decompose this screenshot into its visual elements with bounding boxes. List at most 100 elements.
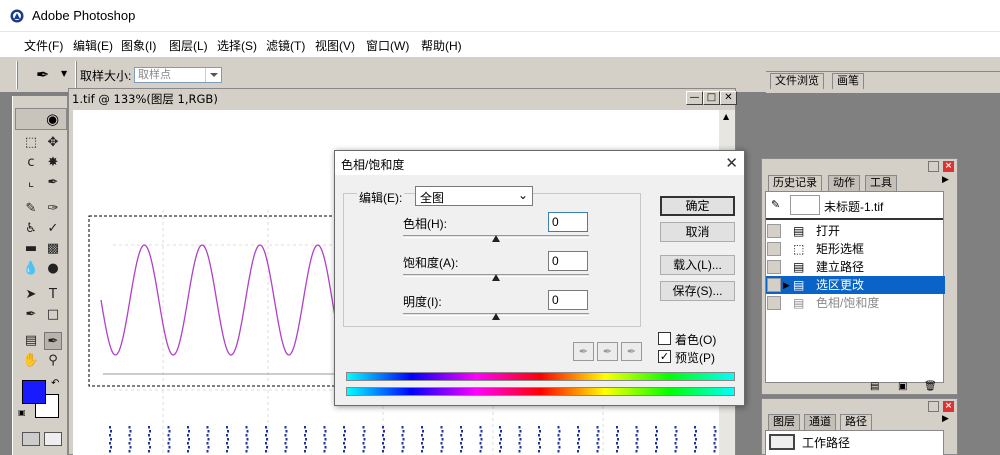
menu-view[interactable]: 视图(V) [315,37,355,54]
palette-well: 文件浏览 画笔 [766,71,1000,93]
zoom-tool-icon[interactable]: ⚲ [44,352,62,370]
saturation-input[interactable]: 0 [548,251,588,271]
magic-wand-tool-icon[interactable]: ✸ [44,154,62,172]
panel-menu-icon[interactable]: ▶ [942,414,949,424]
save-button[interactable]: 保存(S)... [660,281,735,301]
shape-tool-icon[interactable]: □ [44,306,62,324]
healing-brush-tool-icon[interactable]: ✎ [22,200,40,218]
menu-edit[interactable]: 编辑(E) [73,37,113,54]
crop-tool-icon[interactable]: ⌞ [22,174,40,192]
signal-dot [695,446,697,449]
stamp-tool-icon[interactable]: ♿ [22,220,40,238]
sample-size-select[interactable]: 取样点 [134,67,222,83]
history-brush-source-box[interactable] [767,278,781,292]
history-item-hue-saturation[interactable]: ▤ 色相/饱和度 [766,294,945,312]
marquee-tool-icon[interactable]: ⬚ [22,134,40,152]
history-item-selection-change[interactable]: ▶ ▤ 选区更改 [766,276,945,294]
preview-checkbox[interactable]: ✓ [658,350,671,363]
dialog-title-bar[interactable]: 色相/饱和度 ✕ [335,151,744,175]
options-grip[interactable] [16,61,18,89]
signal-dot [597,446,600,449]
work-path-name[interactable]: 工作路径 [802,434,850,451]
hue-slider-thumb[interactable] [492,235,500,242]
maximize-icon[interactable]: □ [703,91,720,105]
panel-minimize-icon[interactable] [928,401,939,412]
saturation-slider-thumb[interactable] [492,274,500,281]
swap-colors-icon[interactable]: ↶ [51,378,59,389]
history-item-rect-marquee[interactable]: ⬚ 矩形选框 [766,240,945,258]
quick-mask-button[interactable] [44,432,62,446]
eraser-tool-icon[interactable]: ▬ [22,240,40,258]
colorize-checkbox[interactable] [658,332,671,345]
menu-window[interactable]: 窗口(W) [366,37,409,54]
default-colors-icon[interactable]: ▣ [18,408,26,417]
tab-brushes[interactable]: 画笔 [832,73,864,89]
foreground-color-swatch[interactable] [22,380,46,404]
path-selection-tool-icon[interactable]: ➤ [22,286,40,304]
history-brush-source-box[interactable] [767,260,781,274]
history-item-open[interactable]: ▤ 打开 [766,222,945,240]
pen-tool-icon[interactable]: ✒ [22,306,40,324]
tab-history[interactable]: 历史记录 [768,175,822,191]
type-tool-icon[interactable]: T [44,286,62,304]
history-brush-source-icon[interactable]: ✎ [771,198,780,211]
gradient-tool-icon[interactable]: ▩ [44,240,62,258]
image-window-title-bar[interactable]: 1.tif @ 133%(图层 1,RGB) — □ ✕ [69,89,737,108]
new-snapshot-icon[interactable]: ▣ [898,381,907,392]
tab-paths[interactable]: 路径 [840,414,872,430]
slice-tool-icon[interactable]: ✒ [44,174,62,192]
lightness-input[interactable]: 0 [548,290,588,310]
panel-close-icon[interactable]: × [943,401,954,412]
brush-tool-icon[interactable]: ✑ [44,200,62,218]
dodge-tool-icon[interactable]: ● [44,260,62,278]
panel-menu-icon[interactable]: ▶ [942,175,949,185]
lightness-slider-thumb[interactable] [492,313,500,320]
tab-file-browser[interactable]: 文件浏览 [770,73,824,89]
menu-image[interactable]: 图象(I) [121,37,156,54]
add-eyedropper-icon[interactable]: ✒ [597,342,618,361]
menu-filter[interactable]: 滤镜(T) [266,37,305,54]
close-icon[interactable]: ✕ [720,91,737,105]
trash-icon[interactable]: 🗑 [924,381,937,392]
notes-tool-icon[interactable]: ▤ [22,332,40,350]
tab-layers[interactable]: 图层 [768,414,800,430]
standard-mode-button[interactable] [22,432,40,446]
cancel-button[interactable]: 取消 [660,222,735,242]
history-brush-source-box[interactable] [767,296,781,310]
subtract-eyedropper-icon[interactable]: ✒ [621,342,642,361]
lasso-tool-icon[interactable]: ϲ [22,154,40,172]
tab-channels[interactable]: 通道 [804,414,836,430]
hue-input[interactable]: 0 [548,212,588,232]
ok-button[interactable]: 确定 [660,196,735,216]
panel-minimize-icon[interactable] [928,161,939,172]
history-brush-tool-icon[interactable]: ✓ [44,220,62,238]
edit-range-select[interactable]: 全图 ⌄ [415,186,533,206]
hand-tool-icon[interactable]: ✋ [22,352,40,370]
eyedropper-icon[interactable]: ✒ [573,342,594,361]
tool-preset-chevron-icon[interactable]: ▼ [61,69,67,78]
history-snapshot-row[interactable]: ✎ 未标题-1.tif [766,192,943,220]
history-brush-source-box[interactable] [767,224,781,238]
menu-file[interactable]: 文件(F) [24,37,63,54]
eyedropper-icon[interactable]: ✒ [36,65,49,84]
scroll-up-icon[interactable]: ▲ [723,112,729,121]
current-state-slider-icon[interactable]: ▶ [783,276,790,294]
history-item-make-path[interactable]: ▤ 建立路径 [766,258,945,276]
history-brush-source-box[interactable] [767,242,781,256]
minimize-icon[interactable]: — [686,91,703,105]
tab-actions[interactable]: 动作 [828,175,860,191]
signal-dot [461,438,463,441]
new-document-from-state-icon[interactable]: ▤ [870,381,879,392]
panel-close-icon[interactable]: × [943,161,954,172]
dialog-close-icon[interactable]: ✕ [725,154,738,172]
move-tool-icon[interactable]: ✥ [44,134,62,152]
load-button[interactable]: 载入(L)... [660,255,735,275]
eyedropper-tool-icon[interactable]: ✒ [44,332,62,350]
menu-select[interactable]: 选择(S) [217,37,257,54]
signal-dot [577,442,579,445]
signal-dot [245,450,248,453]
menu-help[interactable]: 帮助(H) [421,37,462,54]
tab-tools[interactable]: 工具 [865,175,897,191]
blur-tool-icon[interactable]: 💧 [22,260,40,278]
menu-layer[interactable]: 图层(L) [169,37,208,54]
